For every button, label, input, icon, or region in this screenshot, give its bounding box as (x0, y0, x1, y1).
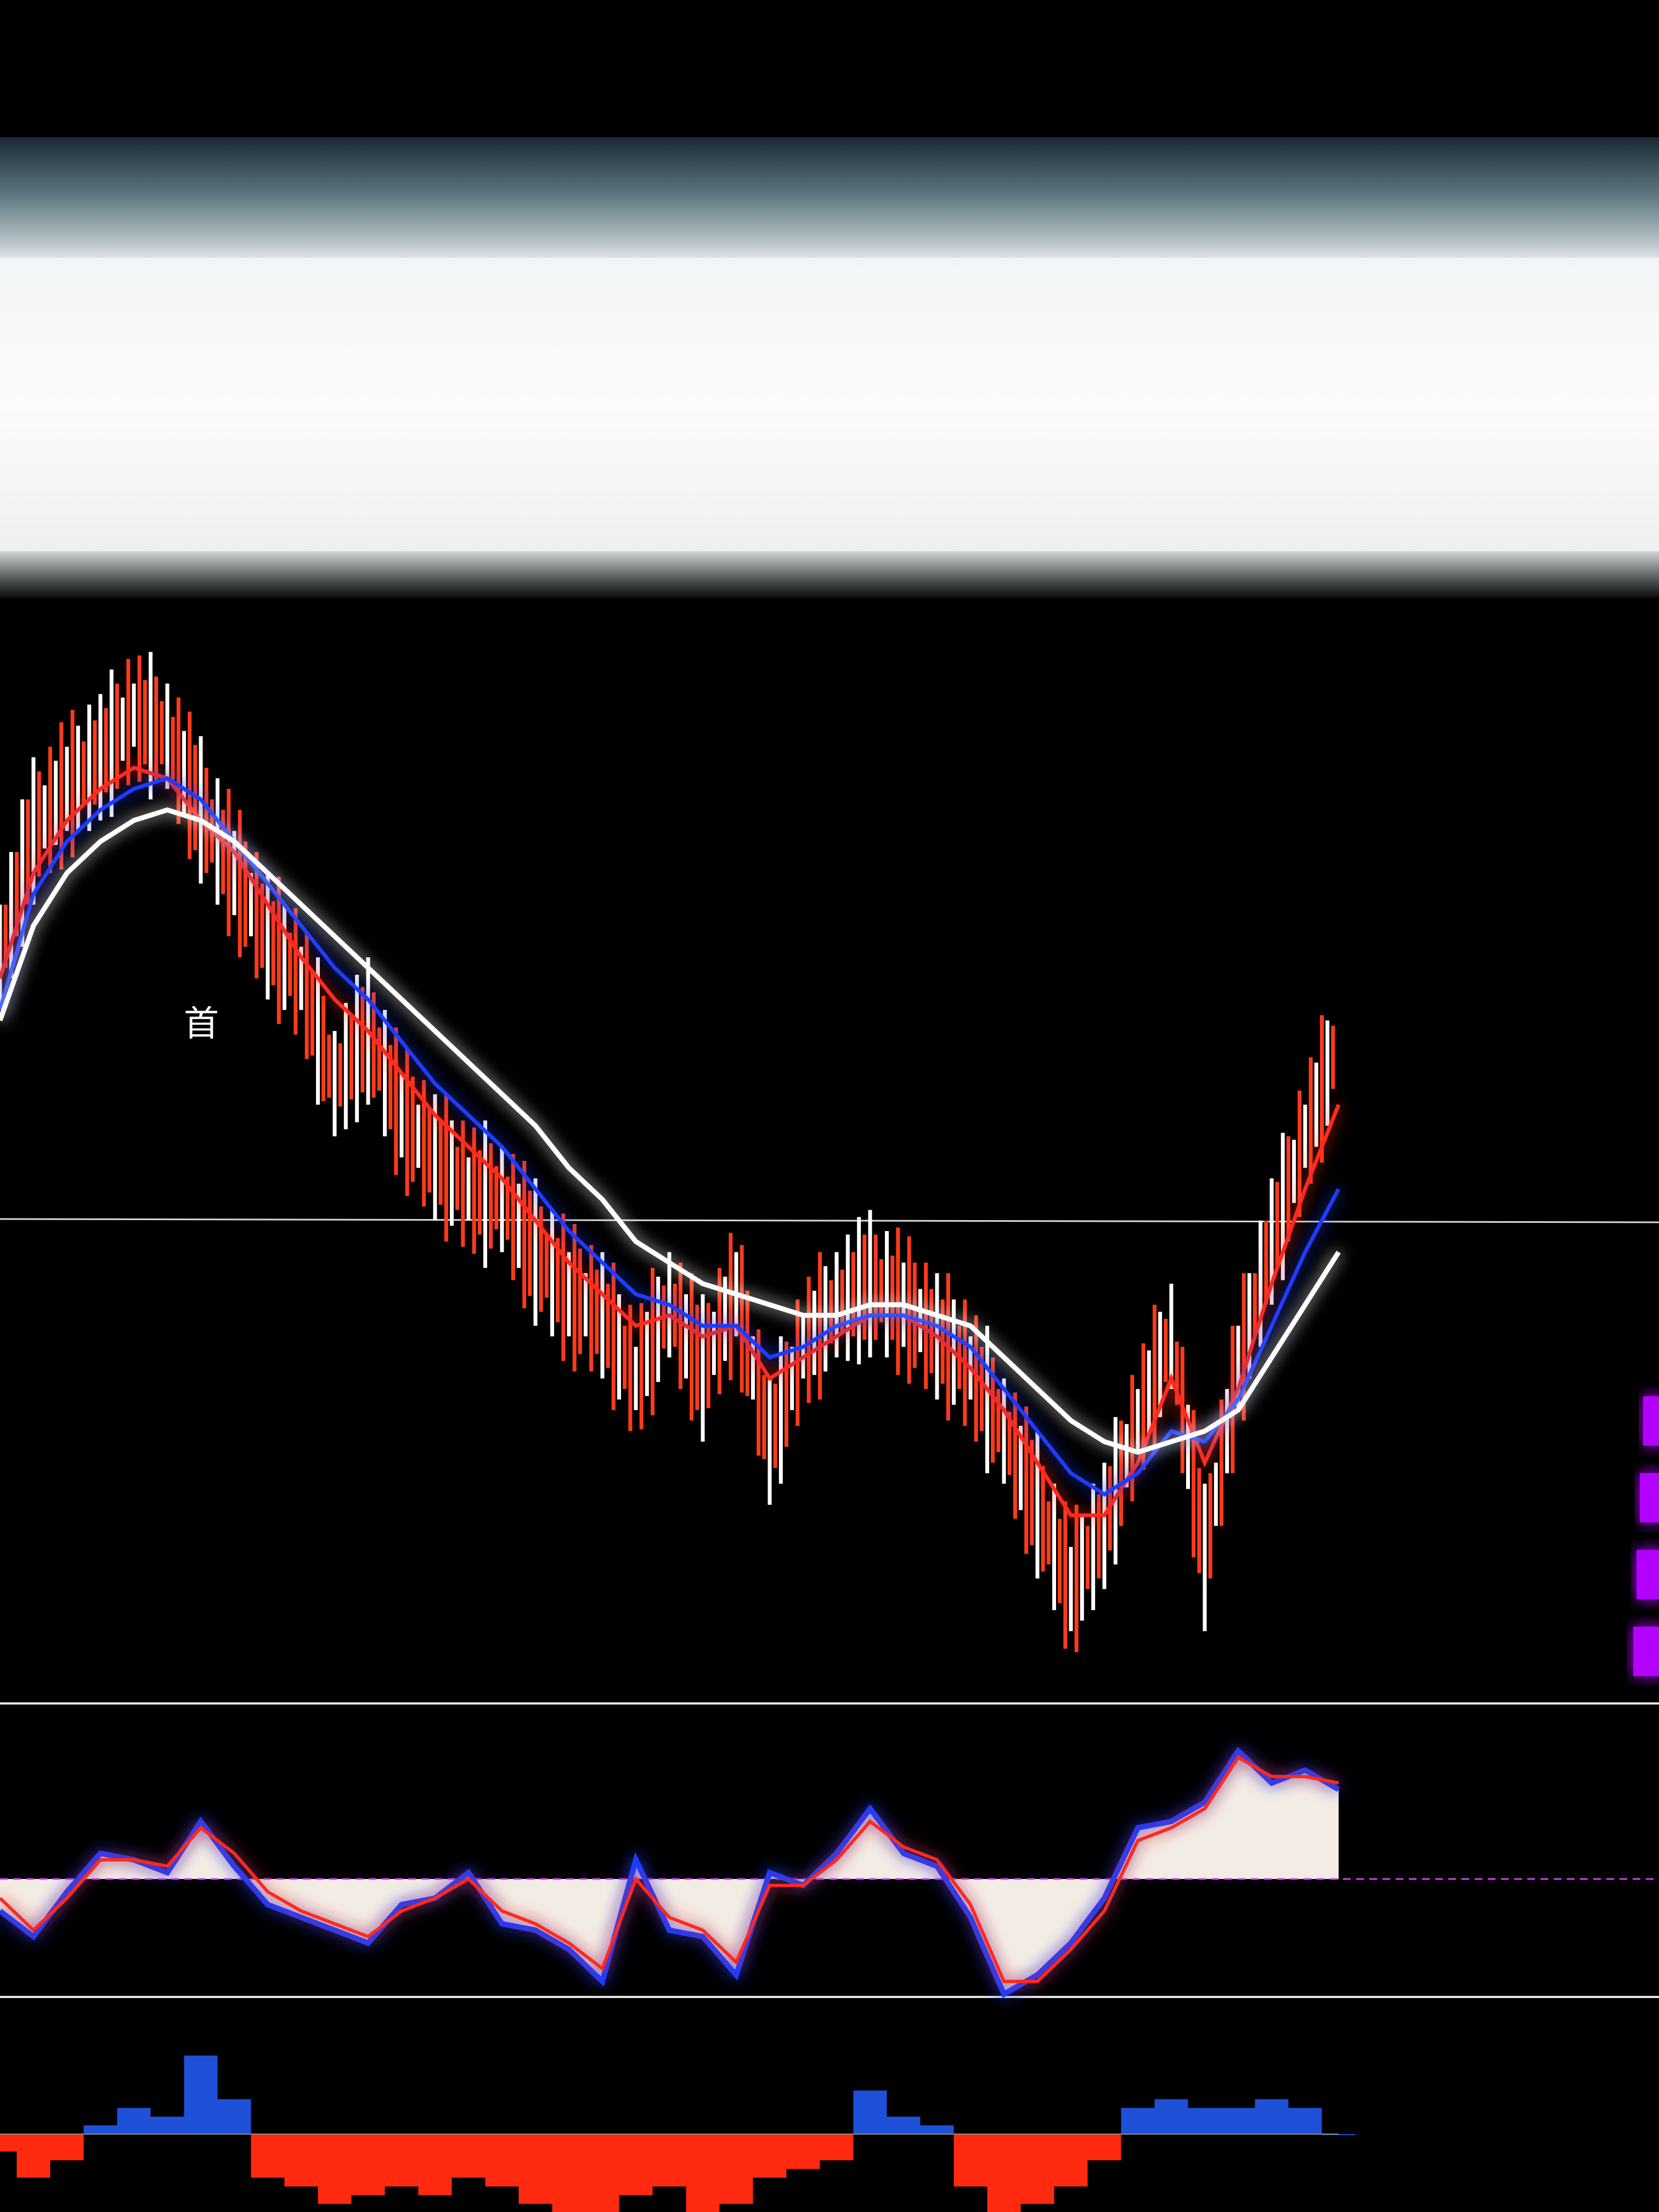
histogram-bar (786, 2134, 820, 2169)
histogram-bar (552, 2134, 586, 2212)
histogram-bar (853, 2090, 887, 2134)
histogram-bar (351, 2134, 385, 2196)
histogram-bar (0, 2134, 17, 2152)
histogram-bar (452, 2134, 486, 2178)
histogram-bar (887, 2117, 921, 2134)
histogram-bar (1154, 2099, 1188, 2134)
histogram-bar (820, 2134, 854, 2160)
histogram-bar (753, 2134, 787, 2178)
histogram-bar (719, 2134, 753, 2204)
histogram-bar (117, 2108, 151, 2134)
side-marker (1643, 1396, 1659, 1446)
histogram-bar (1188, 2108, 1222, 2134)
histogram-bar (284, 2134, 318, 2187)
histogram-panel[interactable] (0, 2055, 1356, 2212)
side-marker (1633, 1627, 1659, 1676)
ma-mid-line (0, 776, 1341, 1497)
histogram-bar (150, 2117, 184, 2134)
histogram-bar (385, 2134, 419, 2187)
price-level-line (0, 1218, 1659, 1223)
histogram-bar (619, 2134, 653, 2196)
side-marker (1640, 1473, 1659, 1522)
histogram-bar (1054, 2134, 1088, 2187)
histogram-bar (16, 2134, 50, 2178)
histogram-bar (418, 2134, 452, 2196)
histogram-bar (652, 2134, 686, 2187)
histogram-bar (1087, 2134, 1121, 2160)
histogram-bar (1221, 2108, 1255, 2134)
histogram-bar (1121, 2108, 1155, 2134)
histogram-bar (686, 2134, 720, 2212)
histogram-bar (585, 2134, 619, 2212)
histogram-bar (1020, 2134, 1054, 2204)
histogram-bar (1255, 2099, 1289, 2134)
histogram-bar (184, 2055, 218, 2134)
side-marker-group (1633, 1396, 1659, 1676)
histogram-bar (920, 2125, 954, 2134)
histogram-bar (518, 2134, 552, 2204)
histogram-bar (83, 2125, 117, 2134)
trading-chart[interactable] (0, 0, 1659, 2212)
oscillator-fill (0, 1751, 1339, 1994)
histogram-bar (50, 2134, 84, 2160)
histogram-bar (953, 2134, 988, 2187)
histogram-bar (318, 2134, 352, 2204)
histogram-bar (987, 2134, 1021, 2212)
histogram-bar (1288, 2108, 1322, 2134)
histogram-bar (217, 2099, 251, 2134)
price-panel[interactable] (0, 652, 1341, 1652)
chart-annotation-glyph: 首 (184, 1004, 219, 1045)
side-marker (1637, 1550, 1659, 1599)
oscillator-panel[interactable] (0, 1746, 1659, 1999)
histogram-bar (485, 2134, 519, 2187)
histogram-bar (251, 2134, 285, 2178)
